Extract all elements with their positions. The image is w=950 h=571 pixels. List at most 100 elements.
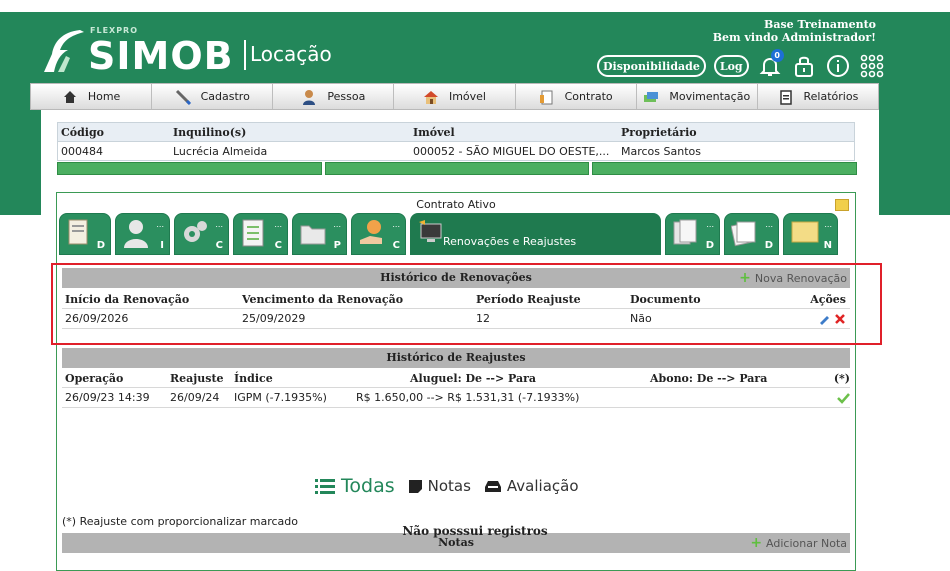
col-aluguel: Aluguel: De --> Para xyxy=(410,371,537,385)
tab-notas[interactable]: ... N xyxy=(783,213,838,255)
cell-operacao: 26/09/23 14:39 xyxy=(65,391,150,404)
apps-grid-icon xyxy=(860,54,883,78)
highlight-box xyxy=(51,263,882,345)
notifications-count: 0 xyxy=(770,49,784,62)
note-icon xyxy=(791,221,819,243)
log-button[interactable]: Log xyxy=(713,55,749,77)
tab-dots: ... xyxy=(392,220,400,229)
nav-imovel[interactable]: Imóvel xyxy=(394,84,516,109)
lock-button[interactable] xyxy=(791,53,817,79)
nav-movimentacao[interactable]: Movimentação xyxy=(637,84,758,109)
filter-notas[interactable]: Notas xyxy=(408,477,471,495)
cell-inquilino: Lucrécia Almeida xyxy=(173,144,268,158)
inbox-icon xyxy=(484,480,501,492)
nav-cadastro[interactable]: Cadastro xyxy=(152,84,274,109)
notifications-button[interactable]: 0 xyxy=(757,49,784,79)
tab-dots: ... xyxy=(706,220,714,229)
papers-icon xyxy=(731,221,756,247)
nav-contrato[interactable]: Contrato xyxy=(516,84,637,109)
col-codigo: Código xyxy=(61,125,104,139)
tab-letter: C xyxy=(392,240,400,251)
info-button[interactable] xyxy=(825,53,851,79)
cell-indice: IGPM (-7.1935%) xyxy=(234,391,327,404)
pencil-icon xyxy=(175,89,191,105)
tab-dots: ... xyxy=(156,220,164,229)
tab-pasta[interactable]: ... P xyxy=(292,213,347,255)
cell-proprietario: Marcos Santos xyxy=(621,144,701,158)
tab-dados[interactable]: D xyxy=(59,213,111,255)
logo-simob: SIMOB xyxy=(88,34,234,78)
tab-dots: ... xyxy=(824,220,832,229)
contract-summary-header: Código Inquilino(s) Imóvel Proprietário xyxy=(58,123,854,141)
filter-avaliacao[interactable]: Avaliação xyxy=(484,477,579,495)
gears-icon xyxy=(184,221,207,242)
tab-digitalizados[interactable]: ... D xyxy=(724,213,779,255)
tab-dots: ... xyxy=(274,220,282,229)
availability-button[interactable]: Disponibilidade xyxy=(597,55,706,77)
tab-letter: I xyxy=(160,240,164,251)
tab-documentos[interactable]: ... D xyxy=(665,213,720,255)
reajustes-header-row: Operação Reajuste Índice Aluguel: De -->… xyxy=(62,369,850,388)
contract-status-title: Contrato Ativo xyxy=(416,198,496,211)
tab-letter: C xyxy=(215,240,223,251)
reajustes-grid: Operação Reajuste Índice Aluguel: De -->… xyxy=(62,369,850,408)
logo-swoosh-icon xyxy=(44,30,84,72)
table-row[interactable]: 26/09/23 14:39 26/09/24 IGPM (-7.1935%) … xyxy=(62,388,850,408)
tab-letter: N xyxy=(823,240,832,251)
status-bar xyxy=(324,162,590,175)
sticky-note-icon xyxy=(408,479,422,493)
logo-module: Locação xyxy=(250,42,332,66)
nav-home-label: Home xyxy=(87,90,121,103)
header-tools: Disponibilidade Log 0 xyxy=(597,49,885,80)
top-strip xyxy=(0,0,950,12)
hand-money-icon xyxy=(360,220,382,244)
filter-todas-label: Todas xyxy=(341,475,395,497)
add-note-label: Adicionar Nota xyxy=(766,537,847,550)
nav-relatorios[interactable]: Relatórios xyxy=(758,84,878,109)
status-bars xyxy=(57,162,858,175)
tab-letter: D xyxy=(764,240,773,251)
nav-imovel-label: Imóvel xyxy=(448,90,486,103)
nav-pessoa[interactable]: Pessoa xyxy=(273,84,395,109)
contract-summary-table: Código Inquilino(s) Imóvel Proprietário … xyxy=(57,122,855,161)
nav-cadastro-label: Cadastro xyxy=(200,90,250,103)
logo-separator xyxy=(244,40,246,70)
greeting: Bem vindo Administrador! xyxy=(712,31,876,44)
apps-grid-button[interactable] xyxy=(859,53,885,79)
folder-icon xyxy=(300,225,326,245)
tab-letter: C xyxy=(274,240,282,251)
computer-refresh-icon xyxy=(419,220,442,242)
sticky-note-icon[interactable] xyxy=(835,199,849,211)
cell-reajuste: 26/09/24 xyxy=(170,391,220,404)
contract-summary-row[interactable]: 000484 Lucrécia Almeida 000052 - SÃO MIG… xyxy=(58,141,854,160)
nav-relatorios-label: Relatórios xyxy=(803,90,859,103)
col-indice: Índice xyxy=(234,371,273,385)
reajustes-section-header: Histórico de Reajustes xyxy=(62,348,850,368)
nav-pessoa-label: Pessoa xyxy=(327,90,366,103)
empty-notes-message: Não posssui registros xyxy=(402,524,548,538)
col-flag: (*) xyxy=(833,371,850,385)
app-logo[interactable]: FLEXPRO SIMOB Locação xyxy=(40,24,340,78)
report-icon xyxy=(778,89,794,105)
tab-inquilino[interactable]: ... I xyxy=(115,213,170,255)
col-imovel: Imóvel xyxy=(413,125,455,139)
tab-dots: ... xyxy=(215,220,223,229)
reajustes-title: Histórico de Reajustes xyxy=(386,351,526,364)
tab-dots: ... xyxy=(765,220,773,229)
files-icon xyxy=(673,219,697,245)
nav-home[interactable]: Home xyxy=(31,84,153,109)
col-abono: Abono: De --> Para xyxy=(650,371,768,385)
main-nav: Home Cadastro Pessoa Imóvel Contrato Mov… xyxy=(30,83,879,110)
cell-flag xyxy=(822,392,850,404)
tab-cobranca[interactable]: ... C xyxy=(351,213,406,255)
document-icon xyxy=(68,219,88,245)
tab-config[interactable]: ... C xyxy=(174,213,229,255)
home-icon xyxy=(62,89,78,105)
info-icon xyxy=(826,55,849,77)
tab-renovacoes[interactable]: Renovações e Reajustes xyxy=(410,213,661,255)
filter-todas[interactable]: Todas xyxy=(315,475,395,497)
tab-checklist[interactable]: ... C xyxy=(233,213,288,255)
col-reajuste: Reajuste xyxy=(170,371,224,385)
house-icon xyxy=(423,89,439,105)
col-operacao: Operação xyxy=(65,371,124,385)
